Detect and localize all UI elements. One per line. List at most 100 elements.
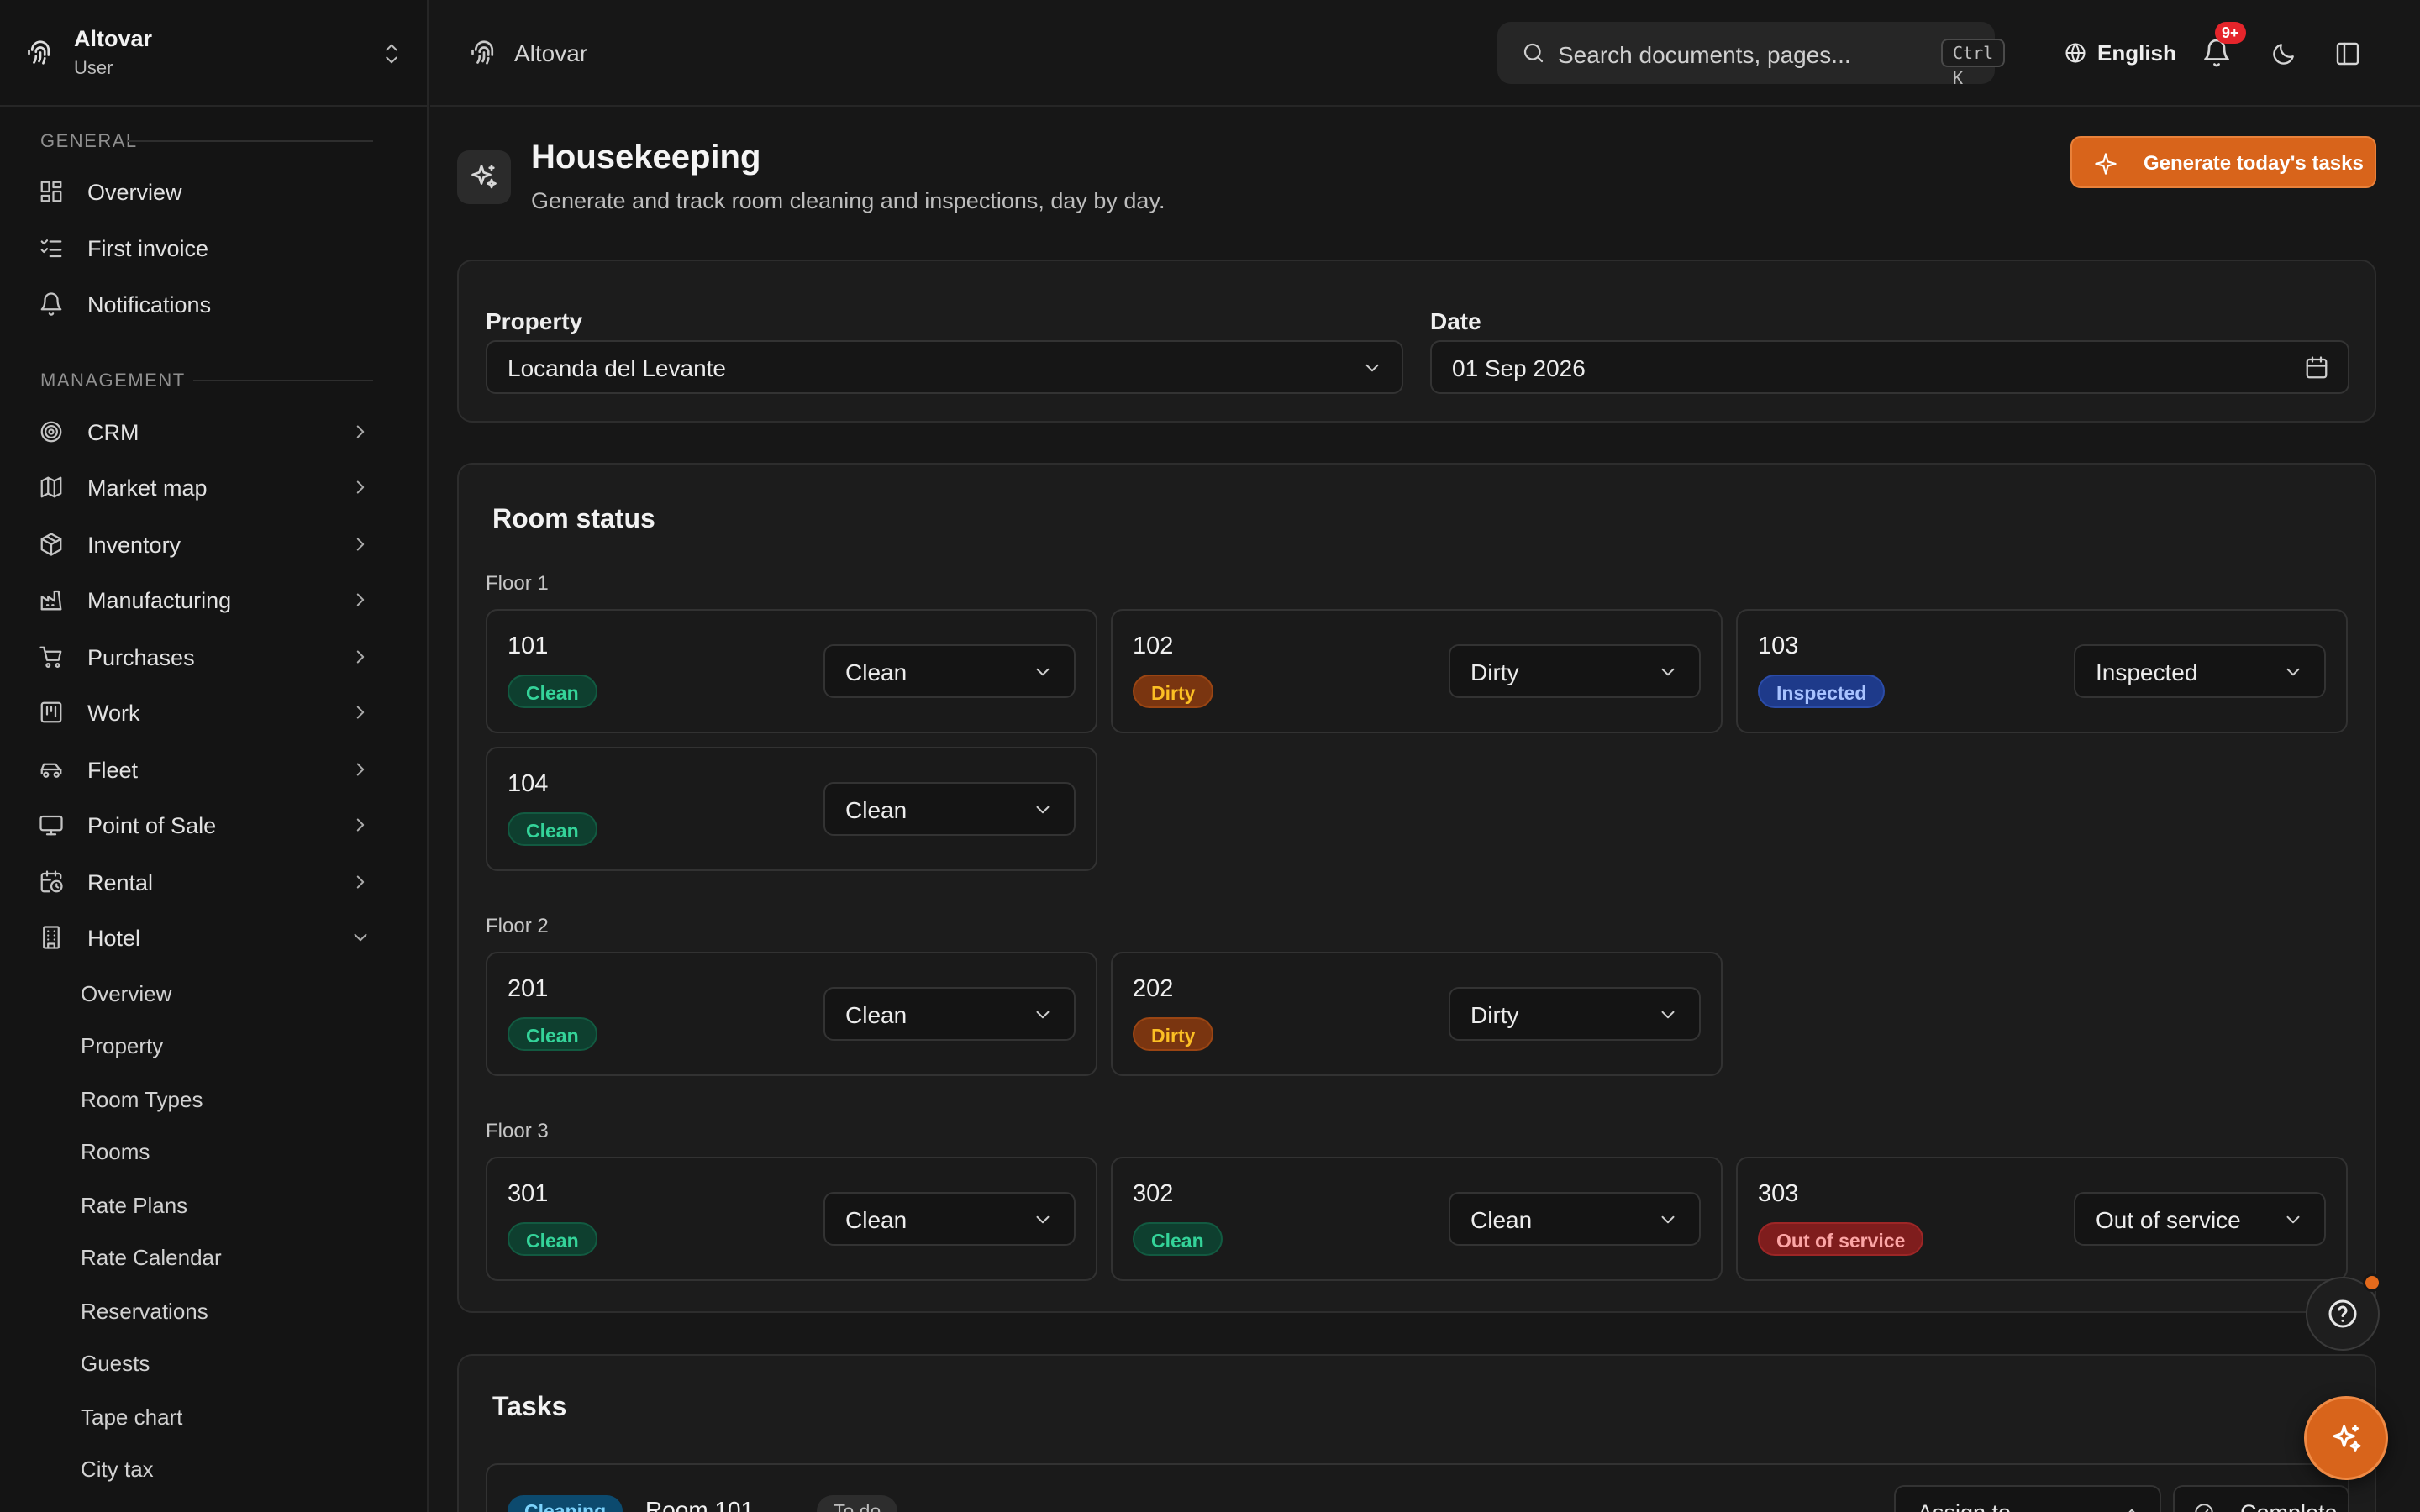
sidebar-item-rental[interactable]: Rental: [20, 858, 381, 906]
sidebar-item-crm[interactable]: CRM: [20, 407, 381, 456]
check-circle-icon: [2195, 1504, 2213, 1512]
sidebar-subitem-label: Overview: [81, 981, 172, 1006]
room-number: 302: [1133, 1180, 1174, 1207]
sidebar-subitem-label: City tax: [81, 1457, 154, 1482]
sidebar-item-manufacturing[interactable]: Manufacturing: [20, 575, 381, 624]
room-status-value: Inspected: [2096, 659, 2198, 685]
chevron-right-icon: [356, 480, 365, 494]
page-subtitle: Generate and track room cleaning and ins…: [531, 188, 1165, 213]
room-status-select[interactable]: Clean: [823, 782, 1076, 836]
room-status-select[interactable]: Clean: [1449, 1192, 1701, 1246]
room-tile-302: 302 Clean Clean: [1111, 1157, 1723, 1281]
room-status-value: Dirty: [1470, 1002, 1519, 1028]
sidebar-subitem-label: Rooms: [81, 1139, 150, 1164]
floor-label: Floor 1: [486, 572, 549, 595]
sidebar-item-inventory[interactable]: Inventory: [20, 520, 381, 569]
sidebar-item-label: Market map: [87, 475, 208, 501]
chevron-right-icon: [356, 763, 365, 776]
dashboard-icon: [40, 181, 62, 202]
room-status-value: Clean: [845, 659, 908, 685]
room-number: 102: [1133, 633, 1174, 659]
generate-tasks-button[interactable]: Generate today's tasks: [2070, 136, 2376, 188]
date-picker[interactable]: 01 Sep 2026: [1430, 340, 2349, 394]
sidebar-item-overview[interactable]: Overview: [20, 167, 381, 216]
moon-icon[interactable]: [2270, 40, 2297, 67]
sidebar-subitem-tape-chart[interactable]: Tape chart: [60, 1394, 371, 1436]
chevron-right-icon: [356, 593, 365, 606]
room-tile-301: 301 Clean Clean: [486, 1157, 1097, 1281]
status-badge: Out of service: [1758, 1222, 1924, 1256]
room-status-select[interactable]: Dirty: [1449, 987, 1701, 1041]
chevron-down-icon: [354, 933, 367, 942]
sidebar-subitem-rate-calendar[interactable]: Rate Calendar: [60, 1235, 371, 1277]
chevrons-up-down-icon: [386, 44, 397, 64]
section-divider: [193, 380, 373, 381]
room-status-select[interactable]: Inspected: [2074, 644, 2326, 698]
room-status-value: Out of service: [2096, 1207, 2241, 1233]
sidebar-subitem-property[interactable]: Property: [60, 1023, 371, 1065]
chevron-right-icon: [356, 538, 365, 551]
sidebar-item-label: Fleet: [87, 758, 139, 783]
sidebar-item-fleet[interactable]: Fleet: [20, 745, 381, 794]
sidebar-subitem-rate-plans[interactable]: Rate Plans: [60, 1183, 371, 1225]
ai-assistant-button[interactable]: [2304, 1396, 2388, 1480]
status-badge: Dirty: [1133, 1017, 1214, 1051]
sidebar-item-label: Notifications: [87, 292, 212, 318]
assign-placeholder: Assign to: [1918, 1500, 2011, 1512]
search-input[interactable]: Search documents, pages... Ctrl K: [1497, 22, 2006, 88]
sidebar-subitem-city-tax[interactable]: City tax: [60, 1446, 371, 1488]
workspace-role: User: [74, 57, 113, 78]
room-number: 301: [508, 1180, 549, 1207]
sidebar-item-market-map[interactable]: Market map: [20, 463, 381, 512]
sidebar-item-first-invoice[interactable]: First invoice: [20, 223, 381, 272]
sidebar-item-hotel[interactable]: Hotel: [20, 913, 381, 962]
sidebar-item-point-of-sale[interactable]: Point of Sale: [20, 801, 381, 849]
room-status-select[interactable]: Clean: [823, 1192, 1076, 1246]
room-status-value: Clean: [845, 1207, 908, 1233]
breadcrumb[interactable]: Altovar: [514, 40, 587, 67]
chevron-right-icon: [356, 425, 365, 438]
sidebar-subitem-room-types[interactable]: Room Types: [60, 1077, 371, 1119]
sidebar-item-label: First invoice: [87, 236, 209, 261]
map-icon: [40, 476, 62, 498]
room-status-select[interactable]: Out of service: [2074, 1192, 2326, 1246]
workspace-switcher[interactable]: Altovar User: [0, 0, 429, 107]
chevron-right-icon: [356, 706, 365, 719]
sidebar-item-label: CRM: [87, 420, 139, 445]
room-status-select[interactable]: Clean: [823, 644, 1076, 698]
sidebar-item-work[interactable]: Work: [20, 688, 381, 737]
sparkles-icon: [2333, 1425, 2361, 1452]
sidebar-subitem-label: Room Types: [81, 1087, 203, 1112]
sidebar-item-notifications[interactable]: Notifications: [20, 280, 381, 328]
status-badge: Inspected: [1758, 675, 1886, 708]
chevron-down-icon: [2286, 668, 2300, 676]
sidebar-item-label: Point of Sale: [87, 813, 217, 838]
help-circle-icon: [2328, 1299, 2357, 1328]
sparkles-icon: [471, 165, 497, 189]
room-status-select[interactable]: Clean: [823, 987, 1076, 1041]
factory-icon: [40, 590, 62, 611]
room-number: 202: [1133, 975, 1174, 1002]
cart-icon: [39, 646, 62, 668]
notification-count-badge: 9+: [2215, 22, 2246, 44]
sidebar-subitem-guests[interactable]: Guests: [60, 1341, 371, 1383]
room-tile-104: 104 Clean Clean: [486, 747, 1097, 871]
sidebar-subitem-overview[interactable]: Overview: [60, 971, 371, 1013]
assign-select[interactable]: Assign to: [1894, 1485, 2161, 1512]
sidebar-toggle-icon[interactable]: [2334, 40, 2361, 67]
property-select[interactable]: Locanda del Levante: [486, 340, 1403, 394]
sidebar-item-purchases[interactable]: Purchases: [20, 633, 381, 681]
building-icon: [43, 926, 60, 949]
complete-button[interactable]: Complete: [2173, 1485, 2349, 1512]
sidebar-subitem-label: Rate Plans: [81, 1193, 188, 1218]
room-tile-102: 102 Dirty Dirty: [1111, 609, 1723, 733]
complete-label: Complete: [2240, 1500, 2338, 1512]
room-status-select[interactable]: Dirty: [1449, 644, 1701, 698]
chevron-down-icon: [1661, 1011, 1675, 1019]
bell-icon: [40, 292, 62, 316]
sidebar-subitem-reservations[interactable]: Reservations: [60, 1289, 371, 1331]
sidebar-subitem-rooms[interactable]: Rooms: [60, 1129, 371, 1171]
generate-tasks-label: Generate today's tasks: [2144, 152, 2364, 175]
fingerprint-icon: [28, 40, 50, 65]
sidebar-subitem-label: Reservations: [81, 1299, 208, 1324]
